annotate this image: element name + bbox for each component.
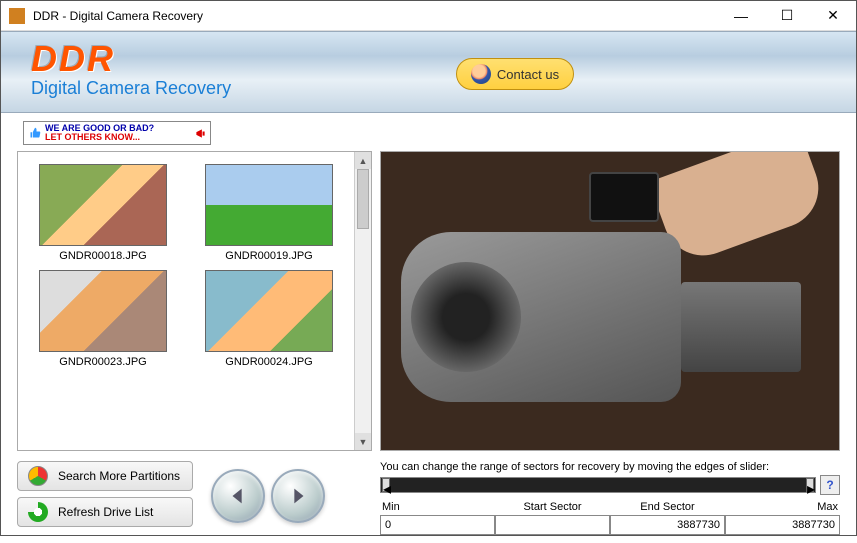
thumbnail-image [205,270,333,352]
preview-panel [380,151,840,451]
thumbnail-filename: GNDR00023.JPG [26,356,180,368]
thumbnail-item[interactable]: GNDR00024.JPG [192,270,346,368]
thumbnail-image [205,164,333,246]
thumbnail-item[interactable]: GNDR00023.JPG [26,270,180,368]
logo-text: DDR [31,38,856,80]
minimize-button[interactable]: — [718,1,764,31]
slider-instruction: You can change the range of sectors for … [380,461,840,473]
titlebar: DDR - Digital Camera Recovery — ☐ ✕ [1,1,856,31]
refresh-icon [28,502,48,522]
min-sector-input[interactable] [380,515,495,535]
app-icon [9,8,25,24]
app-subtitle: Digital Camera Recovery [31,78,856,99]
close-button[interactable]: ✕ [810,1,856,31]
contact-us-button[interactable]: Contact us [456,58,574,90]
megaphone-icon [194,127,206,139]
thumbnail-scrollbar[interactable]: ▲ ▼ [354,152,371,450]
help-button[interactable]: ? [820,475,840,495]
arrow-right-icon [287,485,309,507]
preview-camcorder [401,232,681,402]
contact-label: Contact us [497,67,559,82]
slider-handle-right[interactable]: ▸ [806,478,814,492]
slider-handle-left[interactable]: ◂ [382,478,390,492]
end-sector-label: End Sector [610,501,725,513]
feedback-banner[interactable]: WE ARE GOOD OR BAD? LET OTHERS KNOW... [23,121,211,145]
thumbnail-filename: GNDR00019.JPG [192,250,346,262]
max-label: Max [725,501,840,513]
arrow-left-icon [227,485,249,507]
start-sector-label: Start Sector [495,501,610,513]
end-sector-input[interactable] [610,515,725,535]
sector-range-slider[interactable]: ◂ ▸ [380,477,816,493]
partition-icon [28,466,48,486]
next-button[interactable] [271,469,325,523]
thumbnail-filename: GNDR00024.JPG [192,356,346,368]
search-partitions-label: Search More Partitions [58,469,180,483]
scroll-up-button[interactable]: ▲ [355,152,371,169]
header-banner: DDR Digital Camera Recovery Contact us [1,31,856,113]
thumbnail-item[interactable]: GNDR00019.JPG [192,164,346,262]
thumbnail-filename: GNDR00018.JPG [26,250,180,262]
search-partitions-button[interactable]: Search More Partitions [17,461,193,491]
thumbnail-item[interactable]: GNDR00018.JPG [26,164,180,262]
maximize-button[interactable]: ☐ [764,1,810,31]
thumbnail-image [39,270,167,352]
start-sector-input[interactable] [495,515,610,535]
thumbnail-image [39,164,167,246]
feedback-line2: LET OTHERS KNOW... [45,133,191,142]
previous-button[interactable] [211,469,265,523]
thumbs-up-icon [28,126,42,140]
refresh-drives-label: Refresh Drive List [58,505,153,519]
thumbnail-panel: GNDR00018.JPG GNDR00019.JPG GNDR00023.JP… [17,151,372,451]
preview-sd-card [589,172,659,222]
preview-lens [411,262,521,372]
max-sector-input[interactable] [725,515,840,535]
scroll-thumb[interactable] [357,169,369,229]
window-title: DDR - Digital Camera Recovery [33,9,718,23]
refresh-drives-button[interactable]: Refresh Drive List [17,497,193,527]
content-area: WE ARE GOOD OR BAD? LET OTHERS KNOW... G… [1,113,856,543]
contact-avatar-icon [471,64,491,84]
scroll-down-button[interactable]: ▼ [355,433,371,450]
min-label: Min [380,501,495,513]
